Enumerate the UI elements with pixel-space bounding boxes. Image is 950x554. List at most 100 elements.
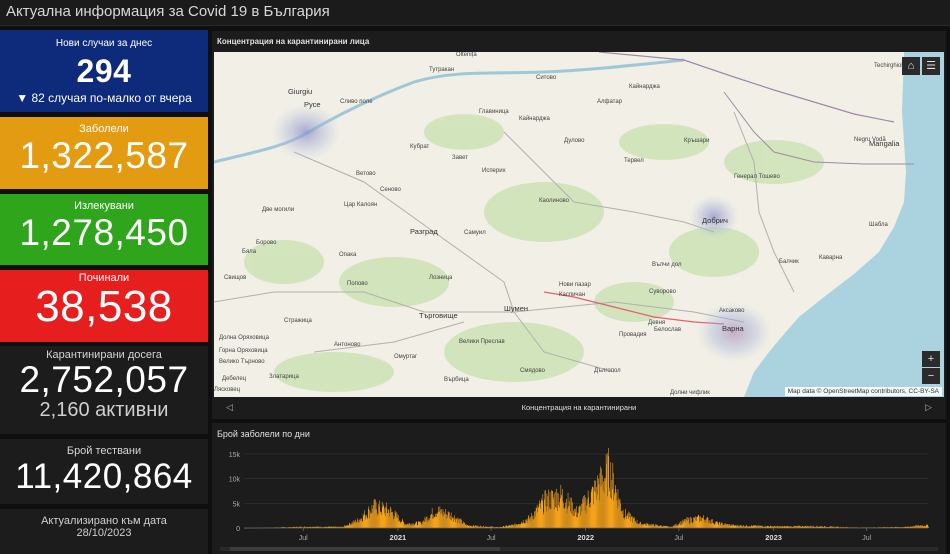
chart-bar [372, 508, 373, 528]
next-arrow-icon[interactable]: ▷ [925, 402, 932, 413]
map-label: Каварна [819, 255, 843, 261]
tests-label: Брой тествани [66, 445, 142, 457]
chart-bar [653, 524, 654, 528]
chart-bar [427, 522, 428, 528]
updated-date: 28/10/2023 [76, 527, 132, 539]
chart-bar [539, 500, 541, 528]
chart-bar [696, 520, 697, 528]
zoom-out-button[interactable]: − [922, 368, 940, 384]
chart-bar [443, 516, 444, 528]
chart-bar [648, 524, 649, 528]
chart-bar [724, 525, 725, 528]
chart-bar [431, 513, 432, 528]
chart-bar [521, 522, 523, 528]
chart-bar [597, 475, 598, 528]
chart-bar [537, 512, 538, 528]
chart-bar [567, 492, 569, 528]
chart-bar [530, 520, 532, 528]
chart-bar [557, 510, 559, 528]
chart-bar [353, 523, 354, 528]
chart-bar [636, 523, 637, 528]
chart-bar [634, 517, 635, 528]
chart-bar [643, 523, 645, 528]
chart-bar [637, 523, 638, 528]
chart-bar [593, 504, 595, 528]
chart-bar [462, 523, 464, 528]
x-tick-label: 2023 [765, 533, 782, 542]
chart-bar [595, 480, 596, 528]
chart-bar [709, 522, 710, 528]
chart-bar [540, 498, 542, 528]
chart-bar [423, 520, 424, 528]
chart-bar [698, 514, 700, 528]
recovered-card: Излекувани 1,278,450 [0, 194, 208, 265]
chart-bar [398, 520, 400, 528]
map-attribution[interactable]: Map data © OpenStreetMap contributors, C… [784, 387, 942, 396]
x-tick-label: Jul [487, 535, 496, 542]
chart-bar [448, 518, 450, 528]
chart-bar [461, 519, 462, 528]
chart-bar [523, 523, 525, 528]
chart-bar [456, 518, 458, 528]
chart-bar [355, 519, 356, 528]
chart-bar [690, 516, 691, 528]
chart-bar [408, 523, 410, 528]
chart-bar [683, 520, 685, 528]
map-label: Лясковец [214, 387, 241, 393]
chart-bar [347, 524, 349, 528]
chart-bar [701, 517, 703, 528]
chart-bar [638, 524, 639, 528]
chart-bar [619, 498, 621, 528]
chart-bar [541, 500, 543, 528]
chart-bar [396, 517, 397, 528]
chart-bar [351, 522, 353, 528]
home-icon[interactable]: ⌂ [902, 57, 920, 75]
chart-bar [625, 515, 627, 528]
chart-bar [349, 523, 351, 528]
chart-bar [728, 524, 730, 528]
y-tick-label: 10k [229, 477, 241, 484]
legend-list-icon[interactable]: ☰ [922, 57, 940, 75]
chart-bar [626, 518, 628, 528]
chart-bar [556, 488, 558, 528]
chart-bar [681, 523, 683, 528]
chart-bar [386, 502, 387, 528]
chart-bar [715, 523, 717, 528]
map-view[interactable]: Oltenița Тутракан Ситово Кайнарджа Techirghi… [214, 52, 944, 397]
map-label: Каспичан [559, 292, 586, 298]
chart-bar [727, 524, 729, 528]
chart-bar [598, 478, 599, 528]
chart-bar [641, 524, 642, 528]
chart-bar [537, 506, 539, 528]
chart-bar [563, 503, 564, 528]
chart-bar [445, 518, 447, 528]
zoom-in-button[interactable]: + [922, 351, 940, 367]
chart-bar [386, 508, 388, 528]
map-label: Шабла [869, 222, 888, 228]
chart-bar [421, 523, 423, 528]
daily-cases-chart[interactable]: 0 5k 10k 15k Jul 2021 Jul 2022 Jul 2023 Jul [212, 423, 946, 554]
chart-bar [534, 511, 535, 528]
chart-bar [458, 518, 460, 528]
chart-bar [623, 519, 625, 528]
chart-bar [552, 499, 554, 528]
chart-bar [403, 522, 405, 528]
chart-bar [456, 519, 457, 528]
chart-bar [590, 491, 592, 528]
chart-bar [622, 509, 624, 528]
chart-bar [926, 524, 928, 528]
chart-bar [538, 503, 540, 528]
chart-bar [697, 516, 699, 528]
map-label: Смядово [520, 368, 546, 374]
chart-bar [680, 521, 682, 528]
chart-bar [427, 519, 429, 528]
chart-bar [705, 523, 707, 528]
chart-bar [565, 502, 566, 528]
chart-bar [466, 524, 468, 528]
chart-bar [592, 486, 594, 528]
chart-bar [716, 522, 718, 528]
x-tick-label: 2021 [390, 533, 407, 542]
y-tick-label: 5k [233, 501, 241, 508]
chart-bar [348, 522, 350, 528]
chart-bar [355, 523, 357, 528]
